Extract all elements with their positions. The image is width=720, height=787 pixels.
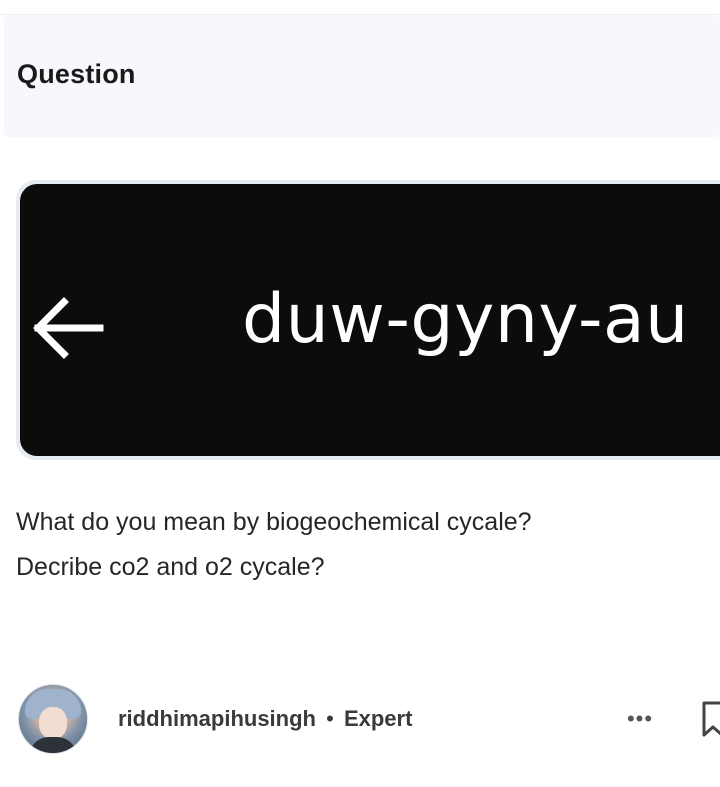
question-line-1: What do you mean by biogeochemical cycal… — [16, 508, 532, 536]
bookmark-icon[interactable] — [700, 700, 720, 738]
author-row: riddhimapihusingh • Expert ••• — [0, 680, 720, 760]
author-meta: riddhimapihusingh • Expert — [118, 706, 412, 732]
avatar-face — [39, 707, 67, 739]
question-section-title: Question — [17, 59, 136, 89]
question-text: What do you mean by biogeochemical cycal… — [16, 500, 720, 590]
arrow-left-icon — [33, 297, 104, 359]
user-avatar[interactable] — [18, 684, 88, 754]
author-separator: • — [326, 706, 334, 731]
image-screenshot: duw-gyny-au — [20, 184, 720, 456]
avatar-shirt — [29, 737, 77, 753]
question-line-2: Decribe co2 and o2 cycale? — [16, 553, 325, 581]
more-options-icon[interactable]: ••• — [618, 704, 662, 734]
question-attached-image[interactable]: duw-gyny-au — [16, 180, 720, 460]
top-divider — [0, 0, 720, 15]
author-username[interactable]: riddhimapihusingh — [118, 706, 316, 731]
expert-badge: Expert — [343, 706, 413, 731]
image-url-text: duw-gyny-au — [242, 280, 689, 359]
question-header: Question — [4, 15, 720, 137]
